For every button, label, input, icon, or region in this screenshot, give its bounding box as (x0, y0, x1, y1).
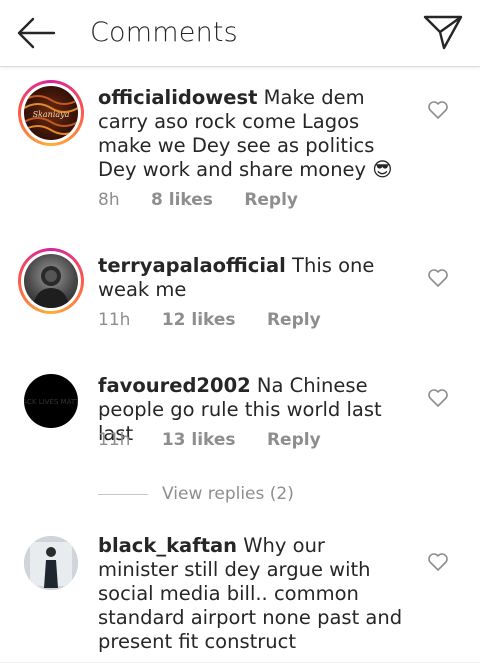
comment-username[interactable]: officialidowest (98, 86, 257, 109)
comment-time: 11h (98, 310, 131, 330)
pattern-icon: Skaniaya (24, 95, 78, 135)
avatar (24, 254, 78, 308)
comment-username[interactable]: favoured2002 (98, 374, 251, 397)
person-icon (32, 266, 70, 308)
comment-meta: 11h 13 likes Reply (98, 430, 347, 450)
avatar: Skaniaya (24, 86, 78, 140)
comment-text: black_kaftan Why our minister still dey … (98, 534, 408, 654)
comment-time: 8h (98, 190, 120, 210)
story-ring[interactable]: Skaniaya (18, 80, 84, 146)
arrow-left-icon[interactable] (14, 14, 58, 52)
reply-button[interactable]: Reply (267, 310, 321, 330)
likes-count[interactable]: 13 likes (162, 430, 236, 450)
story-ring[interactable] (18, 248, 84, 314)
avatar[interactable] (24, 536, 78, 590)
svg-text:BLACK LIVES MATTER: BLACK LIVES MATTER (24, 398, 78, 406)
comment-meta: 11h 12 likes Reply (98, 310, 347, 330)
comment-text: officialidowest Make dem carry aso rock … (98, 86, 408, 182)
heart-icon[interactable] (427, 100, 449, 120)
comment-time: 11h (98, 430, 131, 450)
divider (98, 493, 148, 495)
heart-icon[interactable] (427, 268, 449, 288)
heart-icon[interactable] (427, 388, 449, 408)
avatar[interactable]: BLACK LIVES MATTER (24, 374, 78, 428)
page-title: Comments (90, 17, 238, 48)
comment-meta: 8h 8 likes Reply (98, 190, 324, 210)
header-bar: Comments (0, 0, 480, 67)
heart-icon[interactable] (427, 552, 449, 572)
paper-plane-icon[interactable] (422, 12, 464, 52)
view-replies-button[interactable]: View replies (2) (98, 484, 294, 504)
comment-text: terryapalaofficial This one weak me (98, 254, 408, 302)
divider (0, 662, 480, 663)
view-replies-label: View replies (2) (162, 484, 294, 504)
svg-text:Skaniaya: Skaniaya (33, 110, 70, 119)
blm-logo-icon: BLACK LIVES MATTER (24, 398, 78, 406)
reply-button[interactable]: Reply (267, 430, 321, 450)
comment-username[interactable]: black_kaftan (98, 534, 237, 557)
comment-username[interactable]: terryapalaofficial (98, 254, 286, 277)
person-photo-icon (24, 536, 78, 590)
likes-count[interactable]: 8 likes (151, 190, 213, 210)
likes-count[interactable]: 12 likes (162, 310, 236, 330)
reply-button[interactable]: Reply (244, 190, 298, 210)
